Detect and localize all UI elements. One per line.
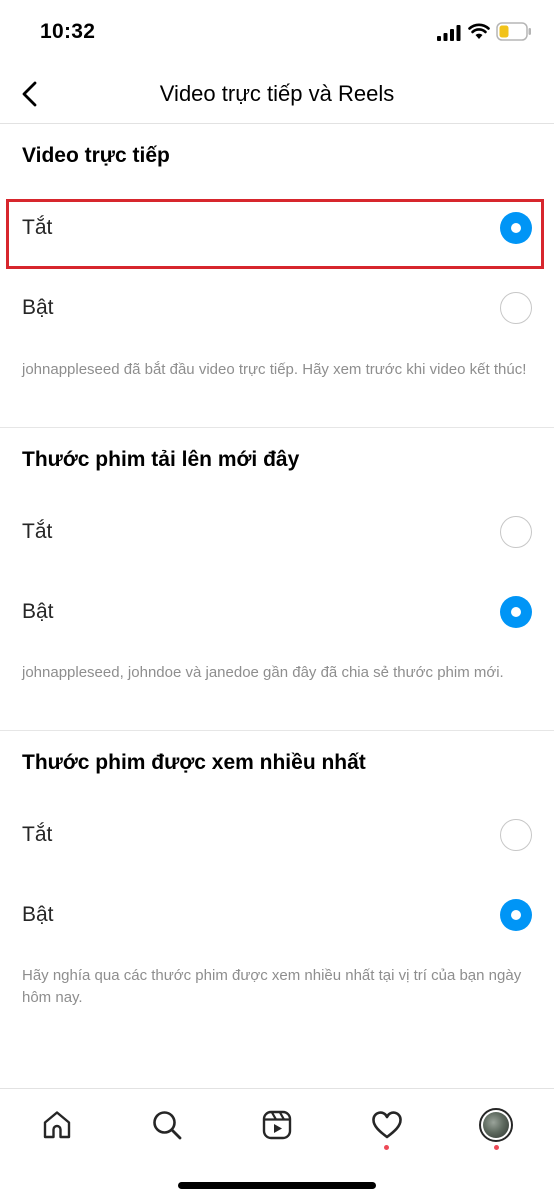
profile-photo <box>483 1112 509 1138</box>
option-label: Bật <box>22 600 54 623</box>
nav-home[interactable] <box>35 1103 79 1147</box>
nav-activity[interactable] <box>365 1103 409 1147</box>
option-label: Bật <box>22 903 54 926</box>
section-description: Hãy nghía qua các thước phim được xem nh… <box>22 967 522 1006</box>
option-row-on[interactable]: Bật <box>0 268 554 348</box>
notification-dot <box>384 1145 389 1150</box>
section-description: johnappleseed, johndoe và janedoe gần đâ… <box>22 664 504 681</box>
wifi-icon <box>468 23 490 39</box>
section-live-video: Video trực tiếp Tắt Bật johnappleseed đã… <box>0 124 554 427</box>
radio-selected[interactable] <box>500 596 532 628</box>
radio-selected[interactable] <box>500 212 532 244</box>
section-title: Thước phim được xem nhiều nhất <box>22 751 366 774</box>
section-title: Thước phim tải lên mới đây <box>22 448 300 471</box>
home-icon <box>43 1111 71 1139</box>
nav-search[interactable] <box>145 1103 189 1147</box>
reels-icon <box>262 1110 292 1140</box>
nav-reels[interactable] <box>255 1103 299 1147</box>
option-row-on[interactable]: Bật <box>0 875 554 955</box>
radio-selected[interactable] <box>500 899 532 931</box>
nav-profile[interactable] <box>474 1103 518 1147</box>
option-label: Tắt <box>22 520 53 543</box>
search-icon <box>153 1111 182 1140</box>
avatar <box>479 1108 513 1142</box>
cellular-signal-icon <box>437 25 461 41</box>
section-title: Video trực tiếp <box>22 144 170 167</box>
page-title: Video trực tiếp và Reels <box>159 81 395 106</box>
option-row-off[interactable]: Tắt <box>0 492 554 572</box>
section-description: johnappleseed đã bắt đầu video trực tiếp… <box>22 361 527 378</box>
radio-unselected[interactable] <box>500 516 532 548</box>
radio-unselected[interactable] <box>500 292 532 324</box>
notification-settings-screen: 10:32 Video trực tiếp và Reels Video trự… <box>0 0 554 1200</box>
home-indicator <box>178 1182 376 1189</box>
header-bar: Video trực tiếp và Reels <box>0 66 554 124</box>
radio-unselected[interactable] <box>500 819 532 851</box>
option-label: Tắt <box>22 823 53 846</box>
notification-dot <box>494 1145 499 1150</box>
section-recent-reels: Thước phim tải lên mới đây Tắt Bật johna… <box>0 428 554 730</box>
option-label: Bật <box>22 296 54 319</box>
option-row-off[interactable]: Tắt <box>0 188 554 268</box>
option-row-on[interactable]: Bật <box>0 572 554 652</box>
battery-icon <box>496 22 531 41</box>
option-row-off[interactable]: Tắt <box>0 795 554 875</box>
status-bar: 10:32 <box>0 0 554 66</box>
section-most-viewed-reels: Thước phim được xem nhiều nhất Tắt Bật H… <box>0 731 554 1031</box>
status-time: 10:32 <box>40 20 96 43</box>
option-label: Tắt <box>22 216 53 239</box>
heart-icon <box>372 1111 402 1139</box>
